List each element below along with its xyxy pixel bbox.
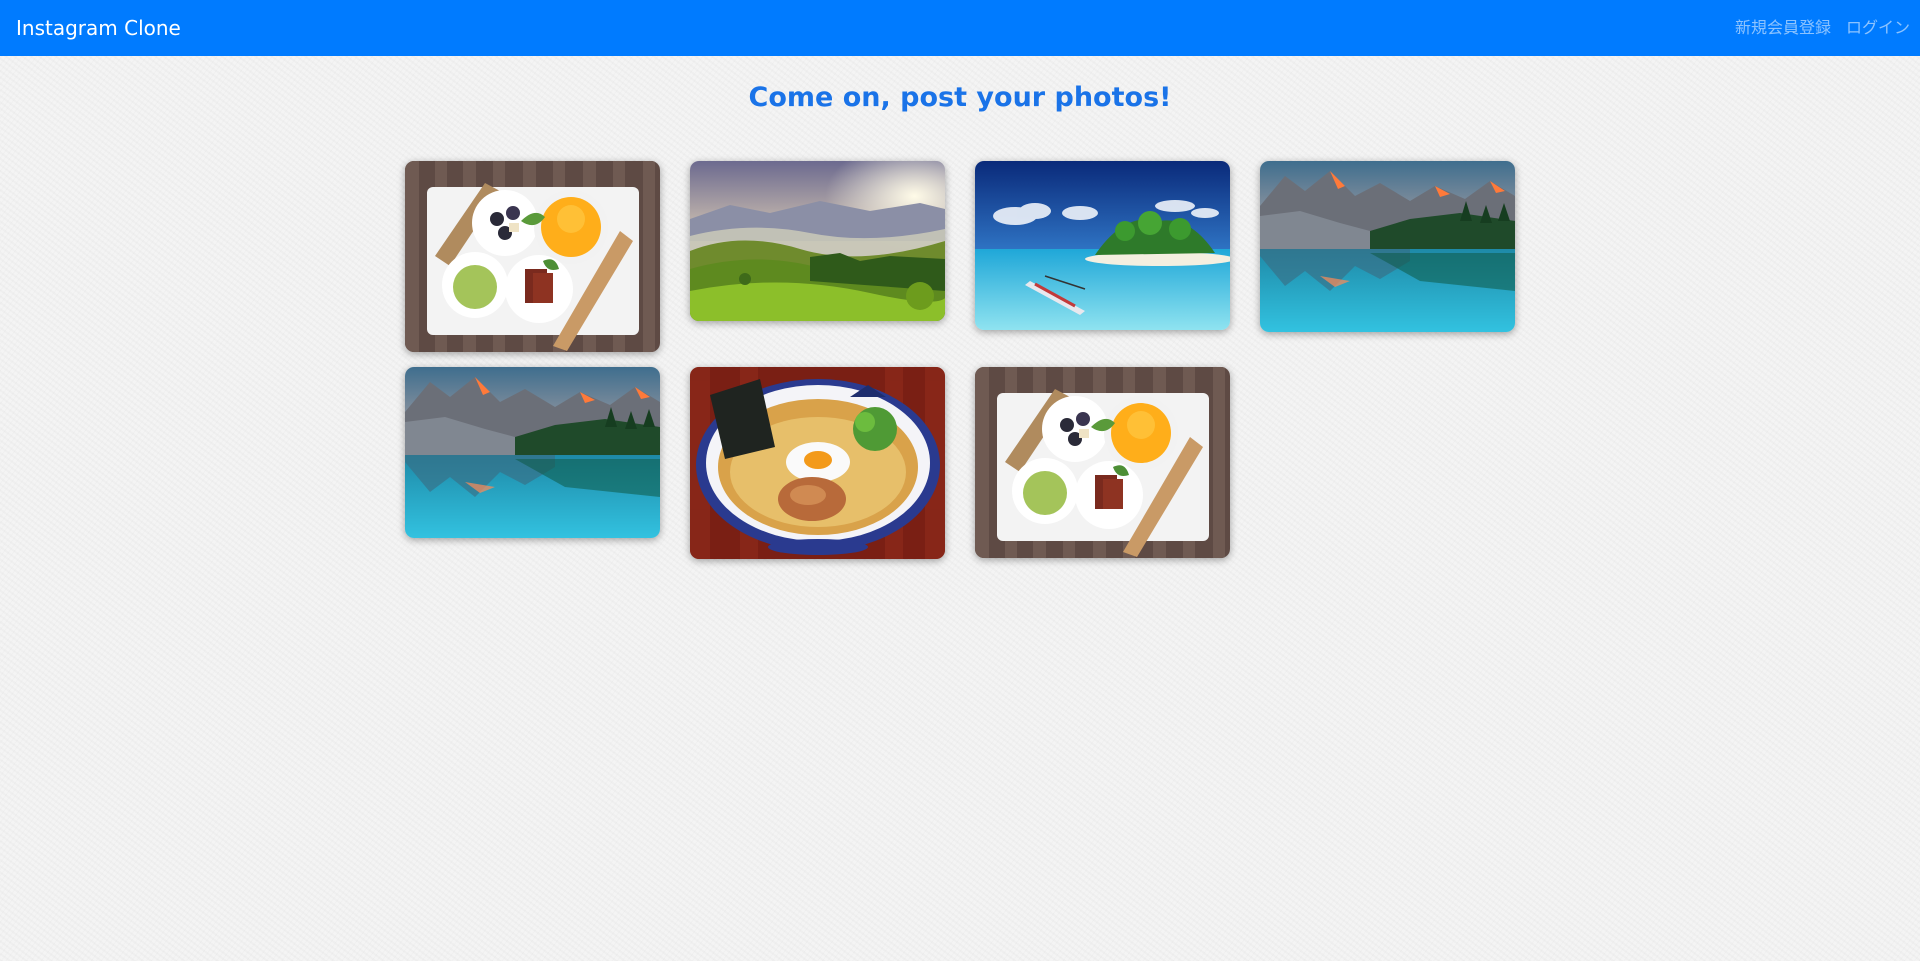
landscape-photo bbox=[690, 161, 945, 321]
photo-card[interactable] bbox=[405, 367, 660, 538]
brand-link[interactable]: Instagram Clone bbox=[16, 15, 181, 41]
photo-card[interactable] bbox=[975, 367, 1230, 558]
mountain-lake-photo bbox=[1260, 161, 1515, 332]
photo-card[interactable] bbox=[690, 161, 945, 321]
mountain-lake-photo bbox=[405, 367, 660, 538]
photo-card[interactable] bbox=[975, 161, 1230, 330]
ramen-photo bbox=[690, 367, 945, 559]
page-title: Come on, post your photos! bbox=[748, 82, 1172, 113]
signup-link[interactable]: 新規会員登録 bbox=[1735, 17, 1831, 39]
photo-card[interactable] bbox=[1260, 161, 1515, 332]
login-link[interactable]: ログイン bbox=[1846, 17, 1910, 39]
breakfast-photo bbox=[405, 161, 660, 352]
photo-gallery bbox=[0, 0, 1920, 961]
photo-card[interactable] bbox=[405, 161, 660, 352]
island-photo bbox=[975, 161, 1230, 330]
photo-card[interactable] bbox=[690, 367, 945, 559]
nav-links: 新規会員登録 ログイン bbox=[1735, 17, 1910, 39]
navbar: Instagram Clone 新規会員登録 ログイン bbox=[0, 0, 1920, 56]
breakfast-photo bbox=[975, 367, 1230, 558]
